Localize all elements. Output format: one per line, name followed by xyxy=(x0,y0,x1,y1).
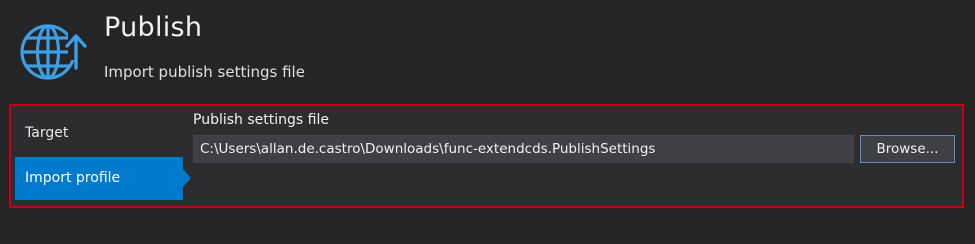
page-subtitle: Import publish settings file xyxy=(104,63,305,81)
publish-nav: Target Import profile xyxy=(15,112,191,202)
page-title: Publish xyxy=(104,12,203,43)
selected-indicator-arrow xyxy=(183,169,191,187)
nav-item-target[interactable]: Target xyxy=(15,112,183,155)
publish-settings-file-input[interactable]: C:\Users\allan.de.castro\Downloads\func-… xyxy=(193,135,854,163)
globe-publish-icon xyxy=(20,24,90,80)
publish-dialog: Publish Import publish settings file Tar… xyxy=(0,0,975,244)
import-profile-panel: Target Import profile Publish settings f… xyxy=(9,104,964,208)
browse-button[interactable]: Browse... xyxy=(860,135,955,163)
nav-item-import-profile[interactable]: Import profile xyxy=(15,157,183,200)
publish-settings-file-label: Publish settings file xyxy=(193,112,329,128)
